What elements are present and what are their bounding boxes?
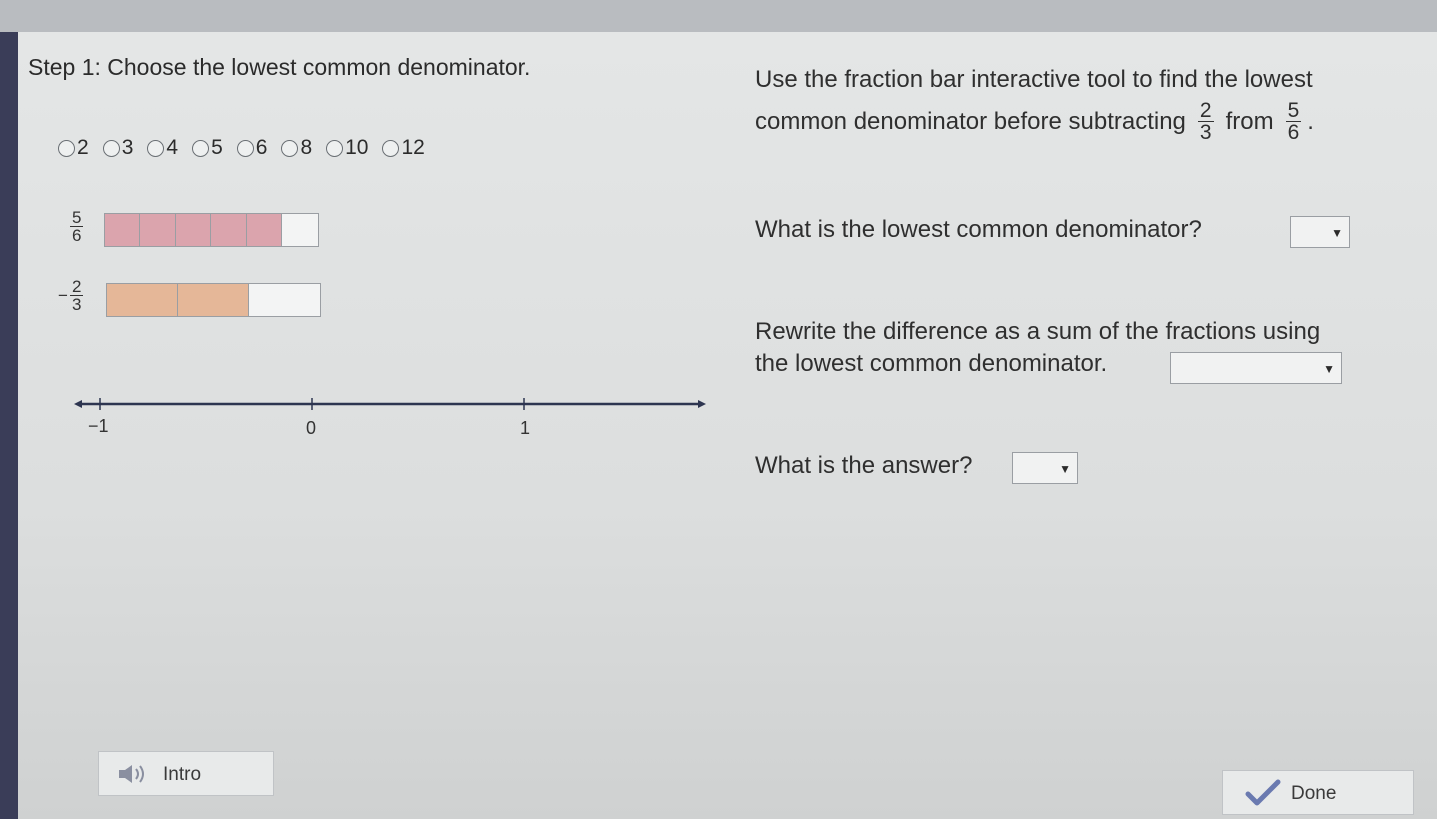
speaker-icon — [119, 765, 144, 783]
radio-circle[interactable] — [102, 139, 120, 157]
question-answer: What is the answer? — [755, 452, 973, 479]
rewrite-dropdown[interactable]: ▼ — [1170, 352, 1342, 384]
fraction-bar-five-sixths[interactable] — [104, 213, 319, 247]
radio-option-4[interactable]: 4 — [147, 136, 178, 160]
bar-segment-filled[interactable] — [177, 284, 249, 316]
bar-segment-empty[interactable] — [248, 284, 320, 316]
denominator-radio-group: 2 3 4 5 6 8 10 12 — [58, 136, 439, 160]
radio-option-2[interactable]: 2 — [58, 136, 89, 160]
browser-top-strip — [0, 0, 1437, 32]
fraction-bar-two-thirds[interactable] — [106, 283, 321, 317]
step-title: Step 1: Choose the lowest common denomin… — [28, 54, 531, 80]
fraction-two-thirds: 23 — [1197, 99, 1214, 144]
checkmark-icon — [1245, 779, 1281, 806]
bar-segment-empty[interactable] — [282, 214, 318, 246]
instruction-line-2: common denominator before subtracting 23… — [755, 99, 1314, 144]
bar-segment-filled[interactable] — [211, 214, 247, 246]
radio-option-3[interactable]: 3 — [102, 136, 133, 160]
radio-option-10[interactable]: 10 — [326, 136, 368, 160]
instruction-line-1: Use the fraction bar interactive tool to… — [755, 66, 1313, 93]
chevron-down-icon: ▼ — [1059, 462, 1071, 476]
bar-segment-filled[interactable] — [105, 214, 141, 246]
intro-button-label: Intro — [163, 764, 202, 785]
radio-option-8[interactable]: 8 — [281, 136, 312, 160]
question-lcd: What is the lowest common denominator? — [755, 216, 1202, 243]
radio-circle[interactable] — [192, 139, 210, 157]
radio-circle[interactable] — [58, 139, 75, 157]
bar-segment-filled[interactable] — [246, 214, 283, 246]
answer-dropdown[interactable]: ▼ — [1012, 452, 1078, 484]
intro-button[interactable]: Intro — [98, 751, 274, 796]
bar-segment-filled[interactable] — [140, 214, 176, 246]
fraction-five-sixths: 56 — [1285, 99, 1302, 144]
done-button[interactable]: Done — [1222, 770, 1414, 815]
radio-circle[interactable] — [281, 139, 299, 157]
radio-circle[interactable] — [326, 139, 344, 157]
chevron-down-icon: ▼ — [1331, 226, 1343, 240]
bar-segment-filled[interactable] — [107, 284, 178, 316]
radio-option-12[interactable]: 12 — [382, 136, 425, 160]
bar-segment-filled[interactable] — [175, 214, 212, 246]
lcd-dropdown[interactable]: ▼ — [1290, 216, 1350, 248]
tick-label-zero: 0 — [306, 418, 317, 438]
fraction-label-minus-two-thirds: − 23 — [58, 277, 84, 314]
radio-option-6[interactable]: 6 — [236, 136, 267, 160]
fraction-label-five-sixths: 56 — [70, 208, 84, 245]
tick-label-one: 1 — [520, 418, 531, 438]
number-line-axis — [74, 398, 706, 410]
radio-circle[interactable] — [382, 139, 400, 157]
question-rewrite-line-1: Rewrite the difference as a sum of the f… — [755, 318, 1321, 345]
question-rewrite-line-2: the lowest common denominator. — [755, 350, 1108, 377]
done-button-label: Done — [1291, 783, 1337, 804]
radio-circle[interactable] — [236, 139, 254, 157]
radio-circle[interactable] — [147, 139, 165, 157]
tick-label-minus-one: −1 — [88, 416, 109, 436]
radio-option-5[interactable]: 5 — [192, 136, 223, 160]
chevron-down-icon: ▼ — [1323, 362, 1335, 376]
number-line: −1 0 1 — [74, 392, 710, 442]
